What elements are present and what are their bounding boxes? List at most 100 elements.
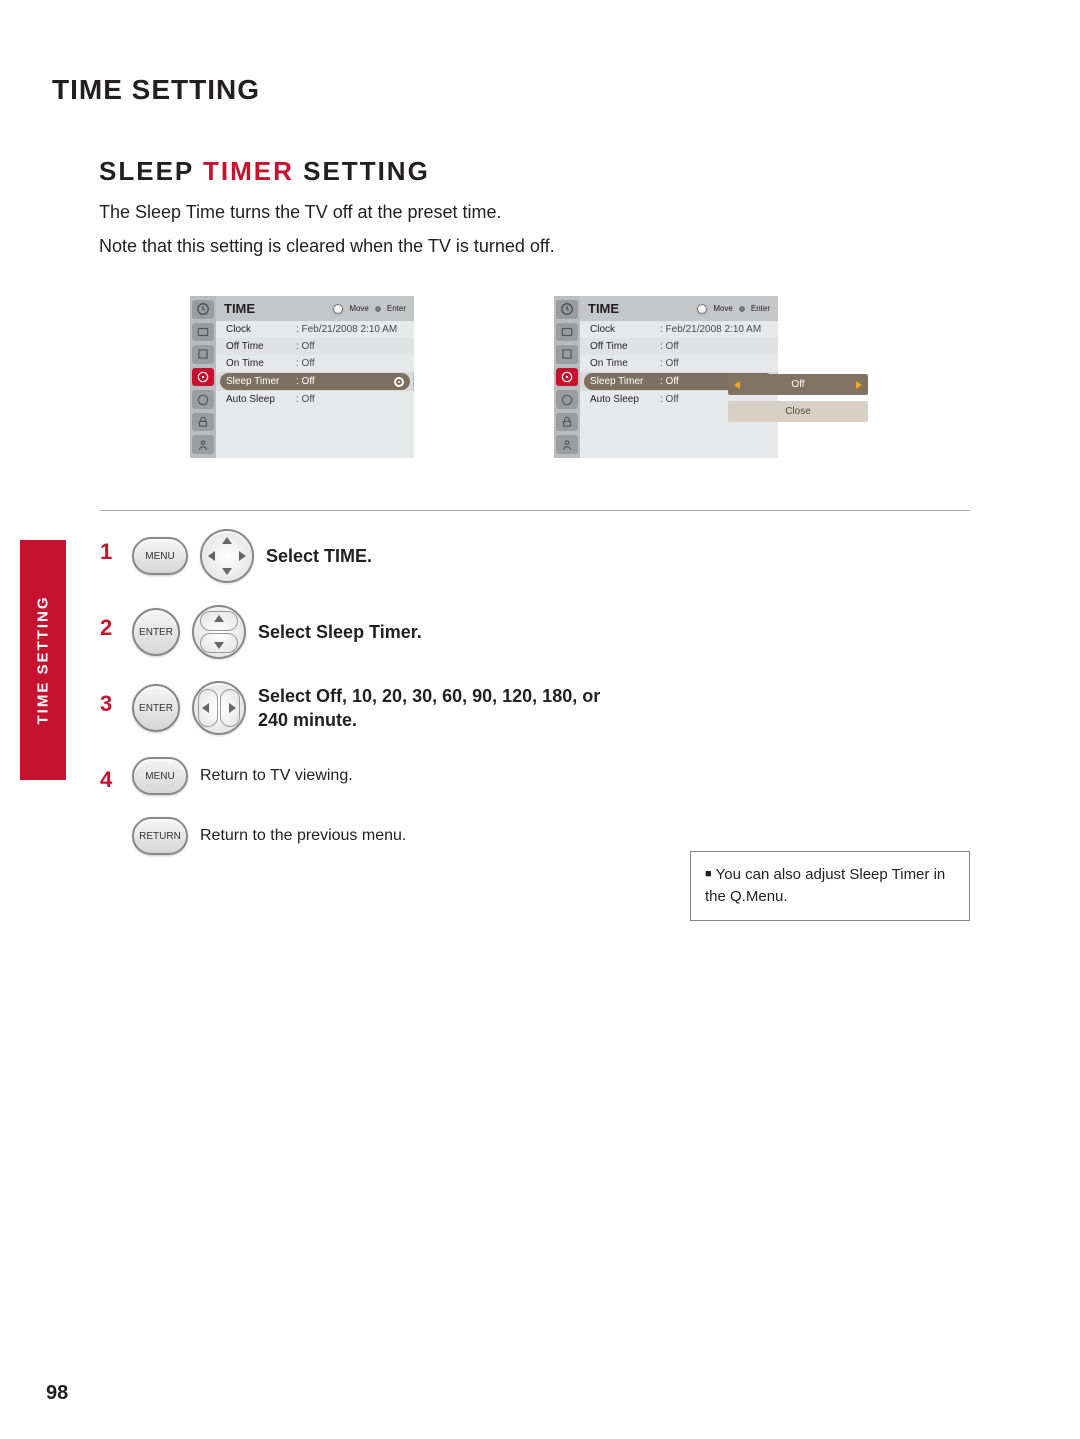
osd-value: : Off — [296, 376, 394, 387]
osd-title: TIME — [224, 301, 255, 316]
osd-value: : Off — [296, 394, 406, 405]
popup-close-label: Close — [785, 406, 811, 417]
option-icon — [192, 390, 214, 409]
triangle-left-icon[interactable] — [734, 381, 740, 389]
osd-label: Auto Sleep — [226, 394, 296, 405]
hint-enter: Enter — [387, 304, 406, 313]
note-text: You can also adjust Sleep Timer in the Q… — [705, 866, 945, 905]
popup-close[interactable]: Close — [728, 401, 868, 422]
osd-panel-1: TIME Move Enter Clock : Feb/21/2008 2:10… — [190, 296, 414, 458]
option-icon — [556, 390, 578, 409]
step-2: 2 ENTER Select Sleep Timer. — [100, 605, 970, 659]
osd-label: Sleep Timer — [226, 376, 296, 387]
osd-row-autosleep[interactable]: Auto Sleep : Off — [216, 391, 414, 408]
chapter-title-space — [123, 74, 132, 105]
popup-value-row[interactable]: Off — [728, 374, 868, 395]
osd-label: On Time — [590, 358, 660, 369]
section-title: SLEEP TIMER SETTING — [99, 156, 430, 187]
section-title-post: SETTING — [303, 156, 430, 186]
chapter-title-pre: TIME — [52, 74, 123, 105]
osd-label: Clock — [226, 324, 296, 335]
clock-icon — [556, 300, 578, 319]
osd-pad — [216, 408, 414, 458]
step-number: 3 — [100, 691, 120, 717]
menu-button[interactable]: MENU — [132, 757, 188, 795]
page-number: 98 — [46, 1382, 68, 1405]
enter-icon — [739, 306, 745, 312]
dpad-vertical-icon[interactable] — [192, 605, 246, 659]
picture-icon — [556, 323, 578, 342]
intro-line-2: Note that this setting is cleared when t… — [99, 232, 555, 261]
osd-value: : Off — [660, 341, 770, 352]
lock-icon — [192, 413, 214, 432]
audio-icon — [556, 345, 578, 364]
osd-title: TIME — [588, 301, 619, 316]
osd-value: : Off — [296, 358, 406, 369]
hint-move: Move — [349, 304, 369, 313]
intro-line-1: The Sleep Time turns the TV off at the p… — [99, 198, 502, 227]
bullet-icon: ■ — [705, 868, 712, 880]
step-number: 1 — [100, 539, 120, 565]
return-button[interactable]: RETURN — [132, 817, 188, 855]
osd-title-bar: TIME Move Enter — [580, 296, 778, 321]
step-text: Select TIME. — [266, 544, 372, 568]
osd-label: Clock — [590, 324, 660, 335]
osd-screenshots: TIME Move Enter Clock : Feb/21/2008 2:10… — [190, 296, 778, 458]
osd-title-bar: TIME Move Enter — [216, 296, 414, 321]
step-5: RETURN Return to the previous menu. — [100, 817, 970, 855]
move-icon — [697, 304, 707, 314]
osd-row-ontime[interactable]: On Time : Off — [580, 355, 778, 372]
step-number: 2 — [100, 615, 120, 641]
osd-row-clock[interactable]: Clock : Feb/21/2008 2:10 AM — [580, 321, 778, 338]
section-title-mid: TIMER — [194, 156, 303, 186]
enter-button[interactable]: ENTER — [132, 684, 180, 732]
step-text: Return to the previous menu. — [200, 825, 406, 847]
side-tab-label: TIME SETTING — [35, 596, 52, 725]
osd-category-bar — [554, 296, 580, 458]
osd-panel-2: TIME Move Enter Clock : Feb/21/2008 2:10… — [554, 296, 778, 458]
osd-row-ontime[interactable]: On Time : Off — [216, 355, 414, 372]
osd-value: : Off — [296, 341, 406, 352]
audio-icon — [192, 345, 214, 364]
dpad-horizontal-icon[interactable] — [192, 681, 246, 735]
osd-category-bar — [190, 296, 216, 458]
dpad-full-icon[interactable] — [200, 529, 254, 583]
triangle-right-icon[interactable] — [856, 381, 862, 389]
hint-enter: Enter — [751, 304, 770, 313]
osd-label: Auto Sleep — [590, 394, 660, 405]
step-number: 4 — [100, 767, 120, 793]
osd-value: : Off — [660, 358, 770, 369]
note-box: ■You can also adjust Sleep Timer in the … — [690, 851, 970, 921]
input-icon — [556, 435, 578, 454]
osd-label: Sleep Timer — [590, 376, 660, 387]
enter-icon — [375, 306, 381, 312]
osd-row-clock[interactable]: Clock : Feb/21/2008 2:10 AM — [216, 321, 414, 338]
osd-row-offtime[interactable]: Off Time : Off — [580, 338, 778, 355]
enter-button[interactable]: ENTER — [132, 608, 180, 656]
osd-popup: Off Close — [728, 374, 868, 422]
step-text: Select Sleep Timer. — [258, 620, 422, 644]
step-4: 4 MENU Return to TV viewing. — [100, 757, 970, 795]
steps-area: 1 MENU Select TIME. 2 ENTER Select Sleep… — [100, 510, 970, 877]
osd-label: Off Time — [590, 341, 660, 352]
clock-icon — [192, 300, 214, 319]
step-1: 1 MENU Select TIME. — [100, 529, 970, 583]
lock-icon — [556, 413, 578, 432]
osd-row-sleeptimer[interactable]: Sleep Timer : Off — [220, 373, 410, 390]
time-icon — [556, 368, 578, 387]
popup-value: Off — [791, 379, 804, 390]
picture-icon — [192, 323, 214, 342]
osd-value: : Feb/21/2008 2:10 AM — [660, 324, 770, 335]
osd-value: : Feb/21/2008 2:10 AM — [296, 324, 406, 335]
chapter-title-post: SETTING — [132, 74, 260, 105]
move-icon — [333, 304, 343, 314]
radio-selected-icon — [394, 377, 404, 387]
step-text: Return to TV viewing. — [200, 765, 353, 787]
section-title-pre: SLEEP — [99, 156, 194, 186]
input-icon — [192, 435, 214, 454]
osd-row-offtime[interactable]: Off Time : Off — [216, 338, 414, 355]
side-tab: TIME SETTING — [20, 540, 66, 780]
osd-label: On Time — [226, 358, 296, 369]
time-icon — [192, 368, 214, 387]
menu-button[interactable]: MENU — [132, 537, 188, 575]
